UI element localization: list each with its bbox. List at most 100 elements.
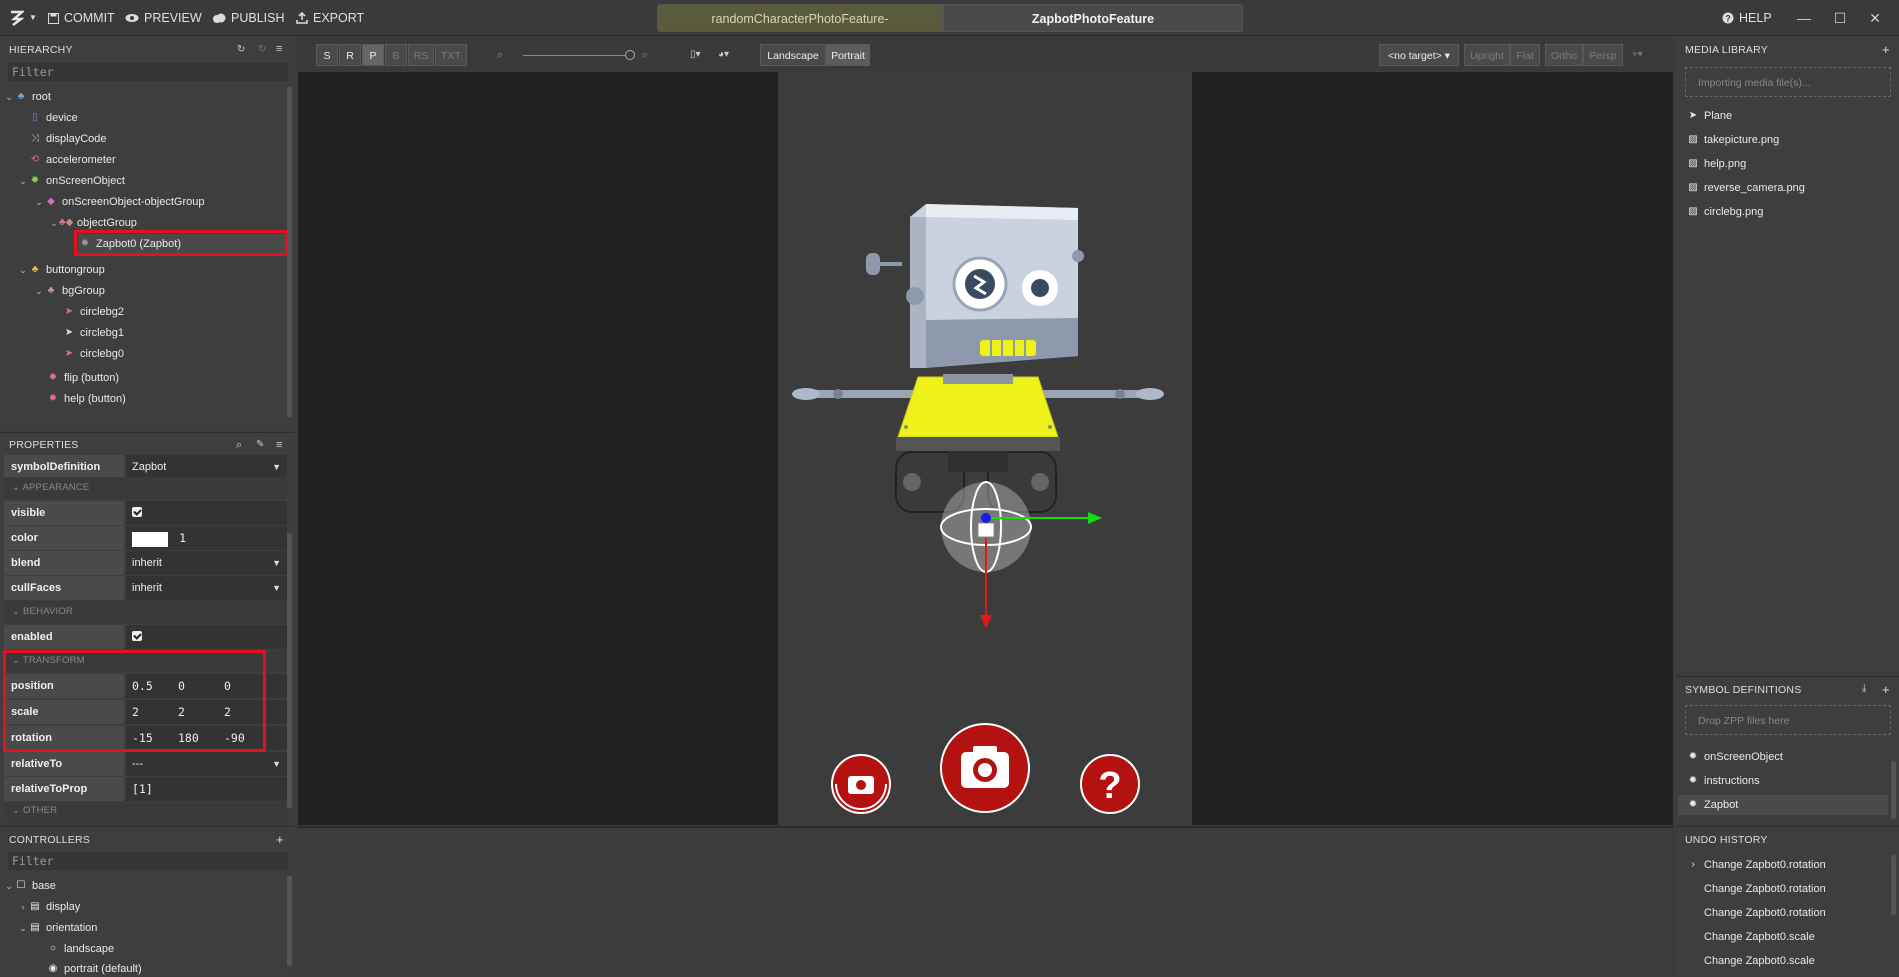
ortho-button[interactable]: Ortho bbox=[1545, 44, 1583, 66]
media-item-takepicture[interactable]: ▨ takepicture.png bbox=[1686, 130, 1779, 150]
tree-item-accelerometer[interactable]: ⟲ accelerometer bbox=[28, 150, 116, 170]
rotate-tool-button[interactable]: R bbox=[339, 44, 361, 66]
controllers-filter-input[interactable]: Filter bbox=[8, 852, 288, 870]
zoom-in-icon[interactable]: ⌕ bbox=[642, 49, 648, 62]
controllers-scrollbar[interactable] bbox=[287, 876, 292, 966]
landscape-button[interactable]: Landscape bbox=[760, 44, 826, 66]
refresh-icon[interactable]: ↻ bbox=[237, 44, 245, 55]
controller-item-portrait[interactable]: ◉ portrait (default) bbox=[46, 960, 142, 977]
tab-random-character-photo-feature[interactable]: randomCharacterPhotoFeature- bbox=[657, 4, 943, 32]
section-other[interactable]: ⌄ OTHER bbox=[4, 802, 287, 820]
visible-checkbox[interactable] bbox=[132, 507, 142, 517]
publish-button[interactable]: PUBLISH bbox=[212, 10, 285, 26]
tree-item-circlebg2[interactable]: ➤ circlebg2 bbox=[62, 302, 124, 322]
undo-scrollbar[interactable] bbox=[1891, 855, 1896, 915]
properties-scrollbar[interactable] bbox=[287, 533, 292, 808]
tree-item-circlebg0[interactable]: ➤ circlebg0 bbox=[62, 344, 124, 364]
export-button[interactable]: EXPORT bbox=[296, 10, 364, 26]
position-tool-button[interactable]: P bbox=[362, 44, 384, 66]
rs-tool-button[interactable]: RS bbox=[408, 44, 434, 66]
undo-item[interactable]: Change Zapbot0.rotation bbox=[1704, 879, 1826, 899]
tree-item-onscreenobject[interactable]: ⌄ ✹ onScreenObject bbox=[18, 171, 125, 191]
zoom-slider-handle[interactable] bbox=[625, 50, 635, 60]
tab-zapbot-photo-feature[interactable]: ZapbotPhotoFeature bbox=[943, 4, 1243, 32]
controller-item-display[interactable]: › ▤ display bbox=[18, 897, 81, 917]
select-tool-button[interactable]: S bbox=[316, 44, 338, 66]
tree-item-root[interactable]: ⌄ ♣ root bbox=[4, 87, 51, 107]
hierarchy-filter-input[interactable]: Filter bbox=[8, 63, 288, 81]
zoom-slider[interactable] bbox=[523, 55, 633, 56]
flip-camera-button[interactable] bbox=[831, 754, 891, 814]
controller-item-landscape[interactable]: ○ landscape bbox=[46, 939, 114, 959]
menu-icon[interactable]: ≡ bbox=[276, 439, 282, 451]
media-item-help[interactable]: ▨ help.png bbox=[1686, 154, 1746, 174]
tree-item-onscreenobject-objectgroup[interactable]: ⌄ ◆ onScreenObject-objectGroup bbox=[34, 192, 204, 212]
close-icon[interactable]: ✕ bbox=[1866, 9, 1884, 27]
persp-button[interactable]: Persp bbox=[1583, 44, 1623, 66]
commit-button[interactable]: COMMIT bbox=[48, 10, 115, 26]
hierarchy-scrollbar[interactable] bbox=[287, 87, 292, 417]
symbol-definition-select[interactable]: Zapbot ▼ bbox=[126, 455, 287, 479]
maximize-icon[interactable]: ☐ bbox=[1831, 9, 1849, 27]
cullfaces-select[interactable]: inherit ▼ bbox=[126, 576, 287, 600]
symbol-item-onscreenobject[interactable]: ✹ onScreenObject bbox=[1686, 747, 1783, 767]
bounds-tool-button[interactable]: B bbox=[385, 44, 407, 66]
chevron-down-icon[interactable]: ⌄ bbox=[18, 260, 28, 280]
controller-item-base[interactable]: ⌄ ☐ base bbox=[4, 876, 56, 896]
chevron-down-icon[interactable]: ⌄ bbox=[18, 918, 28, 938]
undo-item-current[interactable]: › Change Zapbot0.rotation bbox=[1686, 855, 1825, 875]
menu-icon[interactable]: ≡ bbox=[276, 43, 282, 55]
chevron-down-icon[interactable]: ⌄ bbox=[4, 876, 14, 896]
zpp-dropzone[interactable]: Drop ZPP files here bbox=[1685, 705, 1891, 735]
add-symbol-icon[interactable]: + bbox=[1882, 682, 1890, 697]
undo-item[interactable]: Change Zapbot0.scale bbox=[1704, 927, 1815, 947]
tree-item-bggroup[interactable]: ⌄ ♣ bgGroup bbox=[34, 281, 105, 301]
undo-item[interactable]: Change Zapbot0.rotation bbox=[1704, 903, 1826, 923]
take-picture-button[interactable] bbox=[940, 723, 1030, 813]
tree-item-displaycode[interactable]: ⤨ displayCode bbox=[28, 129, 107, 149]
chevron-down-icon[interactable]: ⌄ bbox=[4, 87, 14, 107]
add-media-icon[interactable]: + bbox=[1882, 42, 1890, 57]
globe-dropdown-icon[interactable]: ◕▾ bbox=[718, 49, 729, 60]
tree-item-flip-button[interactable]: ✹ flip (button) bbox=[46, 368, 119, 388]
redo-icon[interactable]: ↻ bbox=[258, 44, 266, 55]
color-alpha-value[interactable]: 1 bbox=[179, 531, 186, 545]
tree-item-buttongroup[interactable]: ⌄ ♣ buttongroup bbox=[18, 260, 105, 280]
blend-select[interactable]: inherit ▼ bbox=[126, 551, 287, 575]
app-menu-button[interactable]: ▼ bbox=[10, 10, 37, 26]
flat-button[interactable]: Flat bbox=[1510, 44, 1540, 66]
relativeto-select[interactable]: --- ▼ bbox=[126, 752, 287, 776]
zoom-out-icon[interactable]: ⌕ bbox=[497, 49, 503, 62]
chevron-right-icon[interactable]: › bbox=[18, 897, 28, 917]
help-circle-button[interactable]: ? bbox=[1080, 754, 1140, 814]
chevron-down-icon[interactable]: ⌄ bbox=[34, 192, 44, 212]
help-button[interactable]: ? HELP bbox=[1722, 10, 1772, 26]
chevron-down-icon[interactable]: ⌄ bbox=[34, 281, 44, 301]
txt-tool-button[interactable]: TXT bbox=[435, 44, 467, 66]
section-appearance[interactable]: ⌄ APPEARANCE bbox=[4, 477, 287, 499]
section-behavior[interactable]: ⌄ BEHAVIOR bbox=[4, 601, 287, 623]
tree-item-circlebg1[interactable]: ➤ circlebg1 bbox=[62, 323, 124, 343]
portrait-button[interactable]: Portrait bbox=[826, 44, 870, 66]
tree-item-help-button[interactable]: ✹ help (button) bbox=[46, 389, 126, 409]
undo-item[interactable]: Change Zapbot0.scale bbox=[1704, 951, 1815, 971]
minimize-icon[interactable]: — bbox=[1795, 9, 1813, 27]
radio-empty-icon[interactable]: ○ bbox=[46, 939, 60, 959]
chevron-down-icon[interactable]: ⌄ bbox=[49, 213, 59, 233]
media-item-plane[interactable]: ➤ Plane bbox=[1686, 106, 1732, 126]
media-import-dropzone[interactable]: Importing media file(s)... bbox=[1685, 67, 1891, 97]
view-options-icon[interactable]: ⌖▾ bbox=[1632, 49, 1643, 60]
symbol-scrollbar[interactable] bbox=[1891, 761, 1896, 819]
target-select[interactable]: <no target> ▾ bbox=[1379, 44, 1459, 66]
controller-item-orientation[interactable]: ⌄ ▤ orientation bbox=[18, 918, 97, 938]
edit-icon[interactable]: ✎ bbox=[256, 439, 264, 450]
symbol-item-instructions[interactable]: ✹ instructions bbox=[1686, 771, 1760, 791]
radio-checked-icon[interactable]: ◉ bbox=[46, 960, 60, 977]
media-item-reverse-camera[interactable]: ▨ reverse_camera.png bbox=[1686, 178, 1805, 198]
media-item-circlebg[interactable]: ▨ circlebg.png bbox=[1686, 202, 1763, 222]
enabled-checkbox[interactable] bbox=[132, 631, 142, 641]
relativetoprop-input[interactable]: [1] bbox=[126, 777, 287, 801]
symbol-item-zapbot[interactable]: ✹ Zapbot bbox=[1678, 795, 1888, 815]
preview-button[interactable]: PREVIEW bbox=[125, 10, 202, 26]
transform-gizmo[interactable] bbox=[940, 481, 1102, 629]
